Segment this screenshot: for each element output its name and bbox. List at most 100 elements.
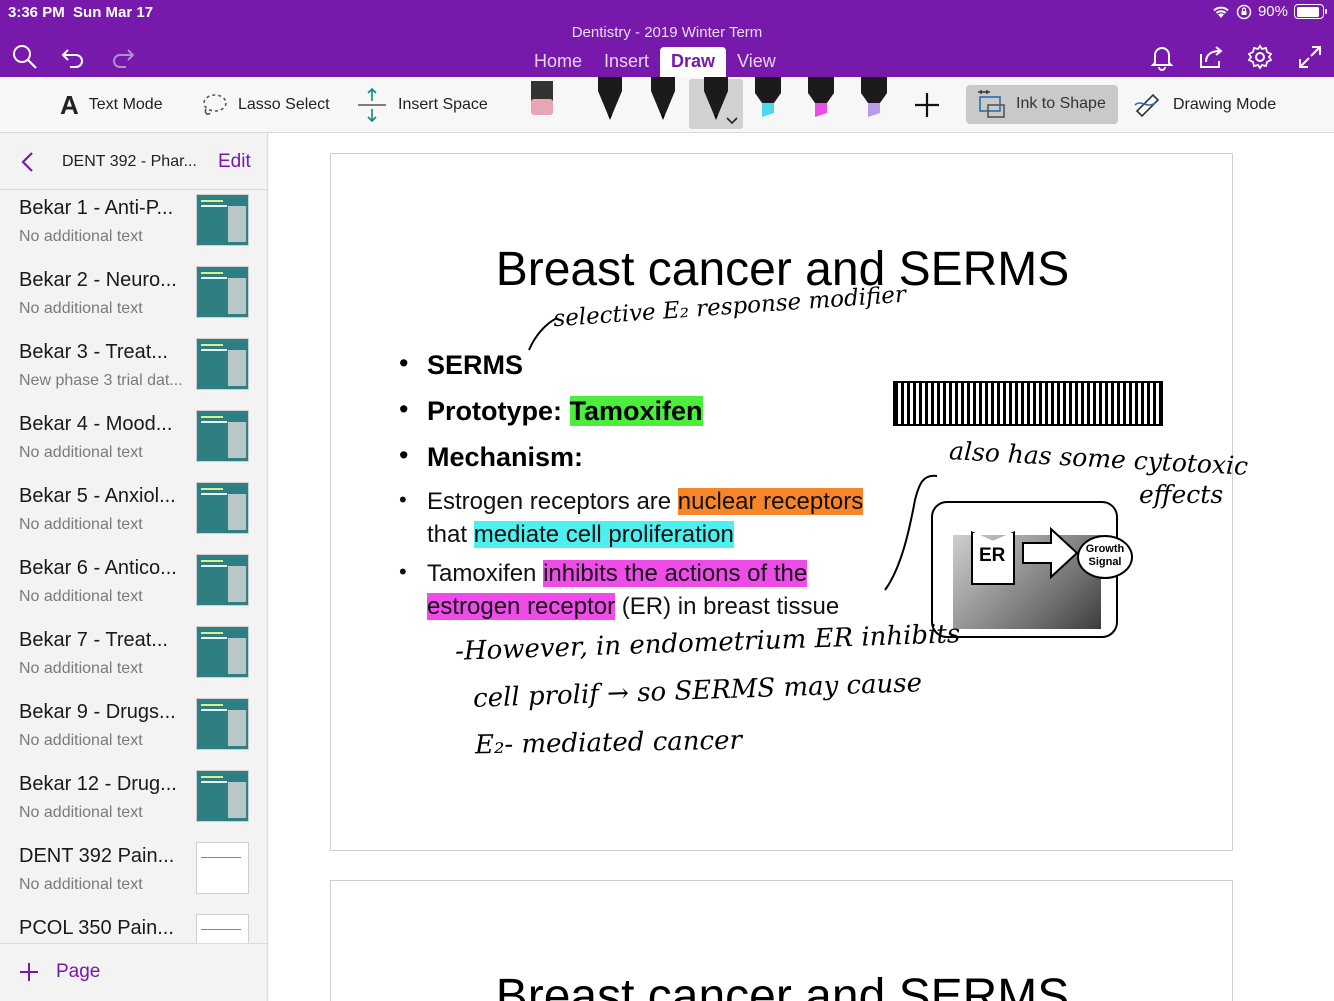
pen-black-selected-icon[interactable] <box>700 77 732 121</box>
page-title: PCOL 350 Pain... <box>19 917 174 939</box>
thumbnail-detail <box>201 560 223 562</box>
highlighter-lavender-icon[interactable] <box>858 77 890 119</box>
page-list-item[interactable]: Bekar 3 - Treat... New phase 3 trial dat.… <box>0 335 267 407</box>
arrow-icon <box>1022 527 1079 579</box>
page-list-item[interactable]: DENT 392 Pain... No additional text <box>0 839 267 911</box>
undo-icon[interactable] <box>58 42 88 72</box>
gear-icon[interactable] <box>1245 42 1275 72</box>
drawing-mode-button[interactable]: Drawing Mode <box>1133 77 1276 133</box>
fullscreen-icon[interactable] <box>1295 42 1325 72</box>
add-page-button[interactable]: Page <box>56 961 100 983</box>
page-preview-text: No additional text <box>19 588 143 605</box>
ink-bracket-line <box>884 474 938 591</box>
thumbnail-detail <box>201 349 227 351</box>
page-preview-text: No additional text <box>19 228 143 245</box>
highlighter-magenta-icon[interactable] <box>805 77 837 119</box>
page-list-item[interactable]: Bekar 2 - Neuro... No additional text <box>0 263 267 335</box>
pen-black-2-icon[interactable] <box>647 77 679 121</box>
bullet-estrogen-line2: that mediate cell proliferation <box>427 521 734 548</box>
search-icon[interactable] <box>10 42 40 72</box>
page-list-item[interactable]: Bekar 7 - Treat... No additional text <box>0 623 267 695</box>
page-title: Bekar 5 - Anxiol... <box>19 485 176 507</box>
chevron-down-icon[interactable] <box>726 117 738 125</box>
slide-2-title: Breast cancer and SERMS <box>495 970 1070 1001</box>
sidebar-header: DENT 392 - Phar... Edit <box>0 133 267 190</box>
page-list-item[interactable]: Bekar 5 - Anxiol... No additional text <box>0 479 267 551</box>
tab-draw[interactable]: Draw <box>660 47 727 77</box>
thumbnail-detail <box>228 206 246 242</box>
plus-icon[interactable] <box>19 962 39 982</box>
page-list-item[interactable]: Bekar 4 - Mood... No additional text <box>0 407 267 479</box>
page-title: Bekar 2 - Neuro... <box>19 269 177 291</box>
page-list-item[interactable]: Bekar 9 - Drugs... No additional text <box>0 695 267 767</box>
tab-insert[interactable]: Insert <box>593 47 660 77</box>
bullet-serms: • SERMS <box>399 348 524 380</box>
er-label: ER <box>979 545 1006 566</box>
page-title: Bekar 4 - Mood... <box>19 413 173 435</box>
insert-space-icon <box>358 87 386 123</box>
page-thumbnail <box>196 482 249 534</box>
page-preview-text: No additional text <box>19 516 143 533</box>
tab-view[interactable]: View <box>726 47 787 77</box>
ink-to-shape-icon <box>978 90 1005 118</box>
page-thumbnail <box>196 842 249 894</box>
section-name[interactable]: DENT 392 - Phar... <box>62 153 197 171</box>
add-pen-icon[interactable] <box>913 91 941 119</box>
page-preview-text: No additional text <box>19 804 143 821</box>
thumbnail-detail <box>201 632 223 634</box>
share-icon[interactable] <box>1196 42 1226 72</box>
page-list-item[interactable]: Bekar 1 - Anti-P... No additional text <box>0 191 267 263</box>
thumbnail-detail <box>201 488 223 490</box>
thumbnail-detail <box>201 776 223 778</box>
thumbnail-detail <box>228 710 246 746</box>
thumbnail-detail <box>228 278 246 314</box>
page-preview-text: No additional text <box>19 660 143 677</box>
thumbnail-detail <box>201 781 227 783</box>
highlight-estrogen-receptor: estrogen receptor <box>427 593 616 620</box>
page-thumbnail <box>196 410 249 462</box>
insert-space-button[interactable]: Insert Space <box>356 77 488 133</box>
bullet-tamoxifen-line1: • Tamoxifen inhibits the actions of the <box>399 559 808 587</box>
page-title: Bekar 9 - Drugs... <box>19 701 176 723</box>
ink-note-prolif: cell prolif → so SERMS may cause <box>472 668 923 714</box>
draw-toolbar: A Text Mode Lasso Select Insert Space In… <box>0 77 1334 133</box>
page-thumbnail <box>196 770 249 822</box>
page-title: Bekar 3 - Treat... <box>19 341 168 363</box>
tab-home[interactable]: Home <box>523 47 593 77</box>
highlighter-cyan-icon[interactable] <box>752 77 784 119</box>
thumbnail-detail <box>228 422 246 458</box>
er-figure: ER Growth Signal <box>931 501 1133 638</box>
page-list-item[interactable]: Bekar 12 - Drug... No additional text <box>0 767 267 839</box>
pen-black-1-icon[interactable] <box>594 77 626 121</box>
thumbnail-detail <box>228 566 246 602</box>
page-list-item[interactable]: Bekar 6 - Antico... No additional text <box>0 551 267 623</box>
lasso-icon <box>203 94 227 115</box>
page-thumbnail <box>196 266 249 318</box>
battery-percent: 90% <box>1257 3 1288 20</box>
thumbnail-detail <box>201 704 223 706</box>
eraser-icon[interactable] <box>528 79 556 119</box>
slide-image: Breast cancer and SERMS • SERMS • Prototyp… <box>330 153 1249 851</box>
page-title: Bekar 1 - Anti-P... <box>19 197 174 219</box>
page-list: Bekar 1 - Anti-P... No additional text Bek… <box>0 191 267 983</box>
redo-icon[interactable] <box>108 42 138 72</box>
edit-button[interactable]: Edit <box>218 151 251 173</box>
thumbnail-detail <box>201 200 223 202</box>
ink-note-cancer: E₂- mediated cancer <box>474 725 743 761</box>
thumbnail-detail <box>201 637 227 639</box>
highlight-cell-proliferation: mediate cell proliferation <box>473 521 734 548</box>
note-canvas[interactable]: Breast cancer and SERMS • SERMS • Prototyp… <box>269 133 1334 1001</box>
thumbnail-detail <box>201 205 227 207</box>
text-mode-button[interactable]: A Text Mode <box>60 77 163 133</box>
wifi-icon <box>1213 6 1229 18</box>
ink-note-effects: effects <box>1139 480 1224 509</box>
thumbnail-detail <box>201 565 227 567</box>
page-sidebar: DENT 392 - Phar... Edit Bekar 1 - Anti-P… <box>0 133 268 1001</box>
bell-icon[interactable] <box>1147 42 1177 72</box>
back-chevron-icon[interactable] <box>18 151 38 173</box>
lasso-select-button[interactable]: Lasso Select <box>200 77 330 133</box>
highlight-inhibits: inhibits the actions of the <box>543 560 808 587</box>
ink-to-shape-button[interactable]: Ink to Shape <box>966 85 1118 124</box>
page-title: Bekar 12 - Drug... <box>19 773 177 795</box>
thumbnail-detail <box>201 421 227 423</box>
